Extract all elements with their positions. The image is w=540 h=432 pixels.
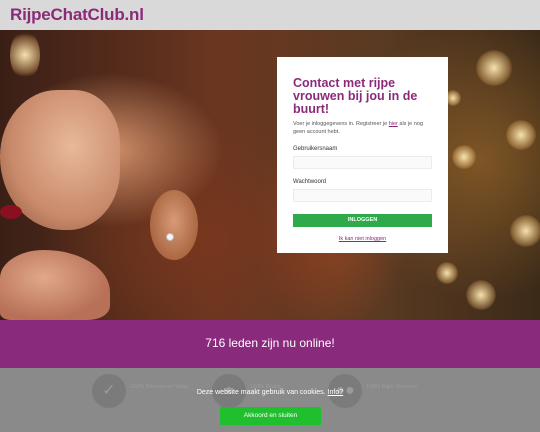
bokeh-light — [452, 145, 476, 169]
password-label: Wachtwoord — [293, 179, 327, 185]
bokeh-light — [10, 30, 40, 80]
login-subtitle: Voer je inloggegevens in. Registreer je … — [293, 120, 432, 136]
online-members-count: 716 leden zijn nu online! — [205, 336, 335, 350]
login-card: Contact met rijpe vrouwen bij jou in de … — [277, 57, 448, 253]
hero-earring — [166, 233, 174, 241]
bokeh-light — [510, 215, 540, 247]
site-logo[interactable]: RijpeChatClub.nl — [10, 5, 144, 25]
hero-ear — [150, 190, 198, 260]
site-header: RijpeChatClub.nl — [0, 0, 540, 30]
cookie-info-link[interactable]: Info? — [328, 389, 344, 396]
bokeh-light — [476, 50, 512, 86]
hero-lips — [0, 205, 22, 219]
password-field[interactable] — [293, 189, 432, 202]
online-members-bar: 716 leden zijn nu online! — [0, 320, 540, 368]
login-title: Contact met rijpe vrouwen bij jou in de … — [293, 76, 418, 116]
login-subtitle-text: Voer je inloggegevens in. Registreer je — [293, 121, 389, 127]
username-field[interactable] — [293, 156, 432, 169]
bokeh-light — [466, 280, 496, 310]
bokeh-light — [506, 120, 536, 150]
username-label: Gebruikersnaam — [293, 146, 338, 152]
forgot-login-link[interactable]: Ik kan niet inloggen — [293, 236, 432, 242]
cookie-notice-text: Deze website maakt gebruik van cookies. — [196, 389, 326, 396]
cookie-accept-button[interactable]: Akkoord en sluiten — [220, 407, 321, 425]
cookie-notice: Deze website maakt gebruik van cookies. … — [0, 389, 540, 396]
hero-hand — [0, 250, 110, 320]
bokeh-light — [436, 262, 458, 284]
hero-image: Contact met rijpe vrouwen bij jou in de … — [0, 30, 540, 320]
login-button[interactable]: INLOGGEN — [293, 214, 432, 227]
register-link[interactable]: hier — [389, 121, 398, 127]
